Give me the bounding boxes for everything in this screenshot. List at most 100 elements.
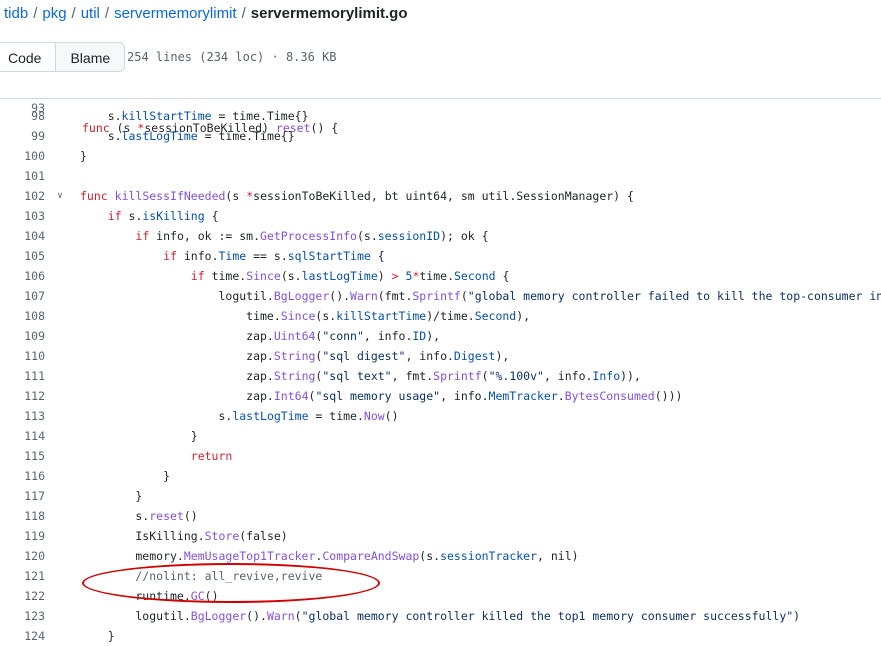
line-number[interactable]: 110 <box>0 346 45 366</box>
line-number[interactable]: 103 <box>0 206 45 226</box>
code-line[interactable]: 112 zap.Int64("sql memory usage", info.M… <box>0 386 881 406</box>
code-line[interactable]: 110 zap.String("sql digest", info.Digest… <box>0 346 881 366</box>
code-token: (). <box>329 289 351 303</box>
code-token: (s. <box>356 229 378 243</box>
code-line[interactable]: 119 IsKilling.Store(false) <box>0 526 881 546</box>
code-token: func <box>80 189 108 203</box>
code-line[interactable]: 115 return <box>0 446 881 466</box>
code-line[interactable]: 99 s.lastLogTime = time.Time{} <box>0 126 881 146</box>
code-line[interactable]: 107 logutil.BgLogger().Warn(fmt.Sprintf(… <box>0 286 881 306</box>
code-token: zap. <box>80 369 274 383</box>
line-number[interactable]: 99 <box>0 126 45 146</box>
code-token: Info <box>592 369 621 383</box>
code-token: ); ok { <box>440 229 489 243</box>
code-text: return <box>80 446 233 466</box>
code-text: zap.String("sql text", fmt.Sprintf("%.10… <box>80 366 641 386</box>
line-number[interactable]: 122 <box>0 586 45 606</box>
code-line[interactable]: 117 } <box>0 486 881 506</box>
breadcrumb-repo-link[interactable]: tidb <box>4 5 28 22</box>
code-line[interactable]: 111 zap.String("sql text", fmt.Sprintf("… <box>0 366 881 386</box>
breadcrumb-pkg-link[interactable]: pkg <box>42 5 66 22</box>
code-line[interactable]: 98 s.killStartTime = time.Time{} <box>0 106 881 126</box>
code-line[interactable]: 124 } <box>0 626 881 646</box>
code-token: = time. <box>308 409 364 423</box>
code-token: (s <box>225 189 247 203</box>
code-line[interactable]: 109 zap.Uint64("conn", info.ID), <box>0 326 881 346</box>
code-token: sessionID <box>377 229 441 243</box>
line-number[interactable]: 98 <box>0 106 45 126</box>
line-number[interactable]: 102 <box>0 186 45 206</box>
code-line[interactable]: 102 ∨ func killSessIfNeeded(s *sessionToBe… <box>0 186 881 206</box>
code-text: } <box>80 146 87 166</box>
code-line[interactable]: 100} <box>0 146 881 166</box>
code-line[interactable]: 108 time.Since(s.killStartTime)/time.Sec… <box>0 306 881 326</box>
breadcrumb-separator: / <box>241 5 246 22</box>
code-view: 98 s.killStartTime = time.Time{} 99 s.las… <box>0 106 881 646</box>
code-token: ), <box>516 309 531 323</box>
code-line[interactable]: 123 logutil.BgLogger().Warn("global memo… <box>0 606 881 626</box>
breadcrumb-servermemorylimit-link[interactable]: servermemorylimit <box>114 5 237 22</box>
line-number[interactable]: 118 <box>0 506 45 526</box>
tab-code[interactable]: Code <box>0 42 57 72</box>
code-token: sessionTracker <box>440 549 538 563</box>
breadcrumb-util-link[interactable]: util <box>81 5 100 22</box>
view-tabs: Code Blame <box>0 42 126 72</box>
line-number[interactable]: 116 <box>0 466 45 486</box>
line-number[interactable]: 115 <box>0 446 45 466</box>
code-line[interactable]: 104 if info, ok := sm.GetProcessInfo(s.s… <box>0 226 881 246</box>
line-number[interactable]: 114 <box>0 426 45 446</box>
line-number[interactable]: 123 <box>0 606 45 626</box>
code-token: logutil. <box>80 609 191 623</box>
line-number[interactable]: 101 <box>0 166 45 186</box>
tab-blame[interactable]: Blame <box>56 42 126 72</box>
code-token: "%.100v" <box>488 369 544 383</box>
code-token: "global memory controller killed the top… <box>301 609 794 623</box>
line-number[interactable]: 104 <box>0 226 45 246</box>
code-line[interactable]: 116 } <box>0 466 881 486</box>
line-number[interactable]: 121 <box>0 566 45 586</box>
code-token: ) <box>793 609 801 623</box>
line-number[interactable]: 119 <box>0 526 45 546</box>
line-number[interactable]: 112 <box>0 386 45 406</box>
code-text: } <box>80 486 142 506</box>
code-token: ), <box>495 349 510 363</box>
line-number[interactable]: 105 <box>0 246 45 266</box>
code-line[interactable]: 118 s.reset() <box>0 506 881 526</box>
code-token: { <box>204 209 219 223</box>
code-token: ) <box>377 269 392 283</box>
code-token: Sprintf <box>412 289 461 303</box>
code-token: return <box>190 449 233 463</box>
code-line[interactable]: 114 } <box>0 426 881 446</box>
line-number[interactable]: 113 <box>0 406 45 426</box>
sticky-scope-line[interactable]: 93 func (s *sessionToBeKilled) reset() { <box>0 78 881 135</box>
code-text: } <box>80 626 115 646</box>
line-number[interactable]: 100 <box>0 146 45 166</box>
code-line[interactable]: 101 <box>0 166 881 186</box>
line-number[interactable]: 111 <box>0 366 45 386</box>
line-number[interactable]: 124 <box>0 626 45 646</box>
line-number[interactable]: 106 <box>0 266 45 286</box>
code-token: , info. <box>543 369 593 383</box>
code-token: ID <box>412 329 427 343</box>
code-token: "sql digest" <box>322 349 406 363</box>
line-number[interactable]: 108 <box>0 306 45 326</box>
code-token: if <box>107 209 122 223</box>
code-text: s.lastLogTime = time.Now() <box>80 406 398 426</box>
chevron-down-icon[interactable]: ∨ <box>54 186 66 206</box>
line-number[interactable]: 117 <box>0 486 45 506</box>
line-number[interactable]: 107 <box>0 286 45 306</box>
line-number[interactable]: 109 <box>0 326 45 346</box>
code-token: { <box>370 249 385 263</box>
code-token: time. <box>80 309 281 323</box>
code-token: . <box>557 389 565 403</box>
code-line[interactable]: 103 if s.isKilling { <box>0 206 881 226</box>
code-text: if info.Time == s.sqlStartTime { <box>80 246 385 266</box>
code-token: Digest <box>453 349 496 363</box>
line-number[interactable]: 120 <box>0 546 45 566</box>
code-line[interactable]: 106 if time.Since(s.lastLogTime) > 5*tim… <box>0 266 881 286</box>
code-line[interactable]: 105 if info.Time == s.sqlStartTime { <box>0 246 881 266</box>
code-token: = time.Time{} <box>197 129 295 143</box>
code-line[interactable]: 120 memory.MemUsageTop1Tracker.CompareAn… <box>0 546 881 566</box>
code-line[interactable]: 113 s.lastLogTime = time.Now() <box>0 406 881 426</box>
